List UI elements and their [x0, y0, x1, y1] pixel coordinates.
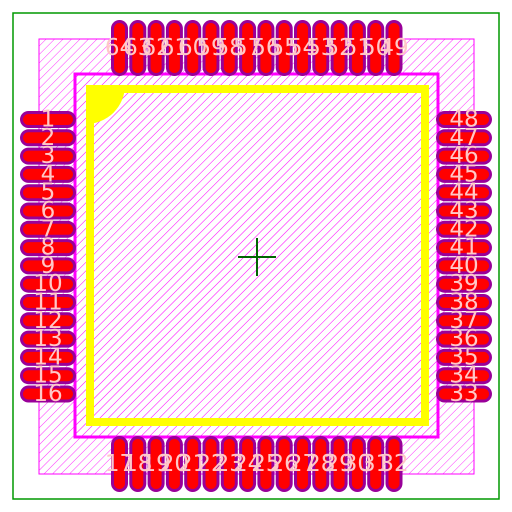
pad-label-64: 64 [105, 35, 134, 61]
pad-label-32: 32 [379, 451, 408, 477]
pad-label-16: 16 [33, 381, 62, 407]
pad-label-48: 48 [449, 107, 478, 133]
pcb-footprint-view: 12345678910111213141516 33343536373839404… [12, 12, 500, 500]
